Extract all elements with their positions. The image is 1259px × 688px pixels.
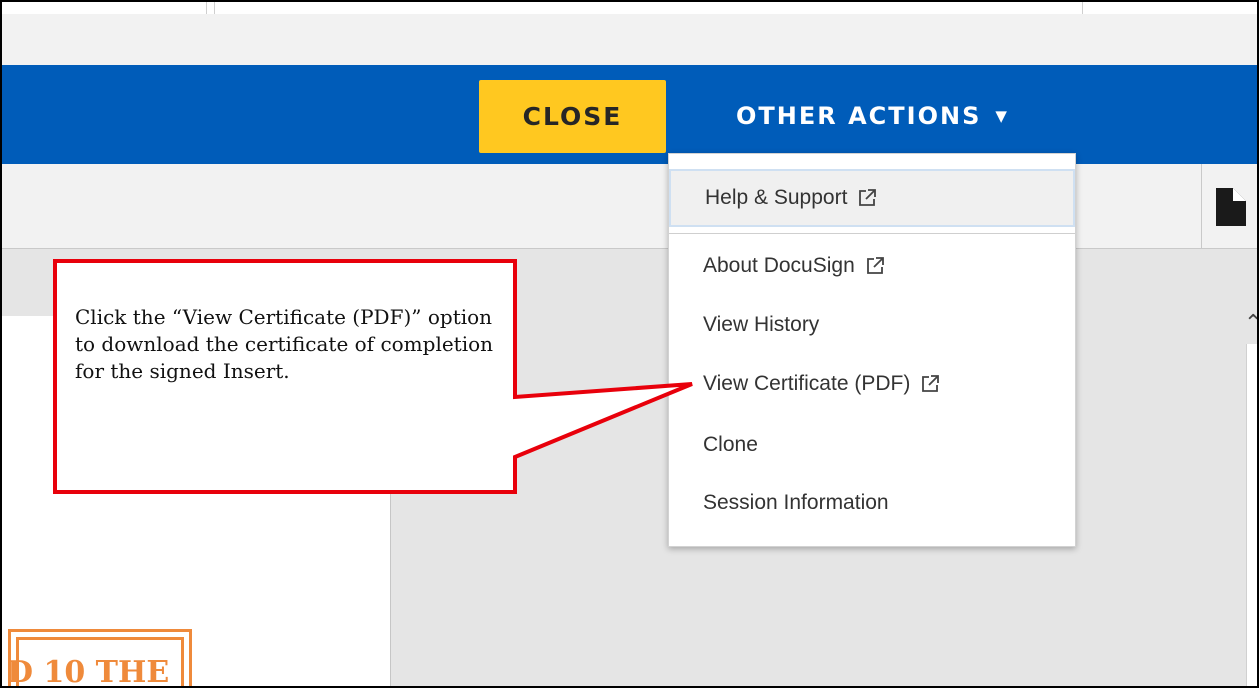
browser-strip (2, 14, 1257, 65)
other-actions-menu-button[interactable]: OTHER ACTIONS ▼ (736, 94, 1007, 138)
scrollbar[interactable] (1246, 344, 1257, 686)
scroll-up-icon[interactable]: ⌃ (1244, 312, 1257, 334)
menu-item-about-docusign[interactable]: About DocuSign (669, 237, 1075, 295)
close-button[interactable]: CLOSE (479, 80, 666, 153)
menu-separator (669, 233, 1075, 234)
document-stamp: D 10 THE (8, 629, 192, 686)
callout-text: Click the “View Certificate (PDF)” optio… (75, 305, 494, 383)
menu-item-help-support[interactable]: Help & Support (669, 169, 1075, 227)
other-actions-dropdown: Help & Support About DocuSign View Histo… (668, 153, 1076, 547)
menu-item-session-information[interactable]: Session Information (669, 474, 1075, 532)
menu-item-clone[interactable]: Clone (669, 416, 1075, 474)
external-link-icon (922, 375, 940, 392)
screenshot-frame: CLOSE OTHER ACTIONS ▼ D 10 THE ⌃ Help & … (0, 0, 1259, 688)
toolbar-divider (1201, 164, 1202, 248)
document-icon[interactable] (1216, 188, 1246, 226)
menu-item-label: View History (703, 313, 820, 336)
other-actions-label: OTHER ACTIONS (736, 102, 982, 130)
external-link-icon (859, 189, 877, 206)
menu-item-label: Clone (703, 433, 758, 456)
menu-item-label: Help & Support (705, 186, 848, 209)
menu-item-label: View Certificate (PDF) (703, 372, 911, 395)
menu-item-view-certificate[interactable]: View Certificate (PDF) (669, 355, 1075, 413)
menu-item-label: Session Information (703, 491, 889, 514)
stamp-text: D 10 THE (11, 637, 184, 686)
caret-down-icon: ▼ (995, 107, 1007, 125)
menu-item-view-history[interactable]: View History (669, 296, 1075, 354)
menu-item-label: About DocuSign (703, 254, 855, 277)
external-link-icon (866, 257, 884, 274)
